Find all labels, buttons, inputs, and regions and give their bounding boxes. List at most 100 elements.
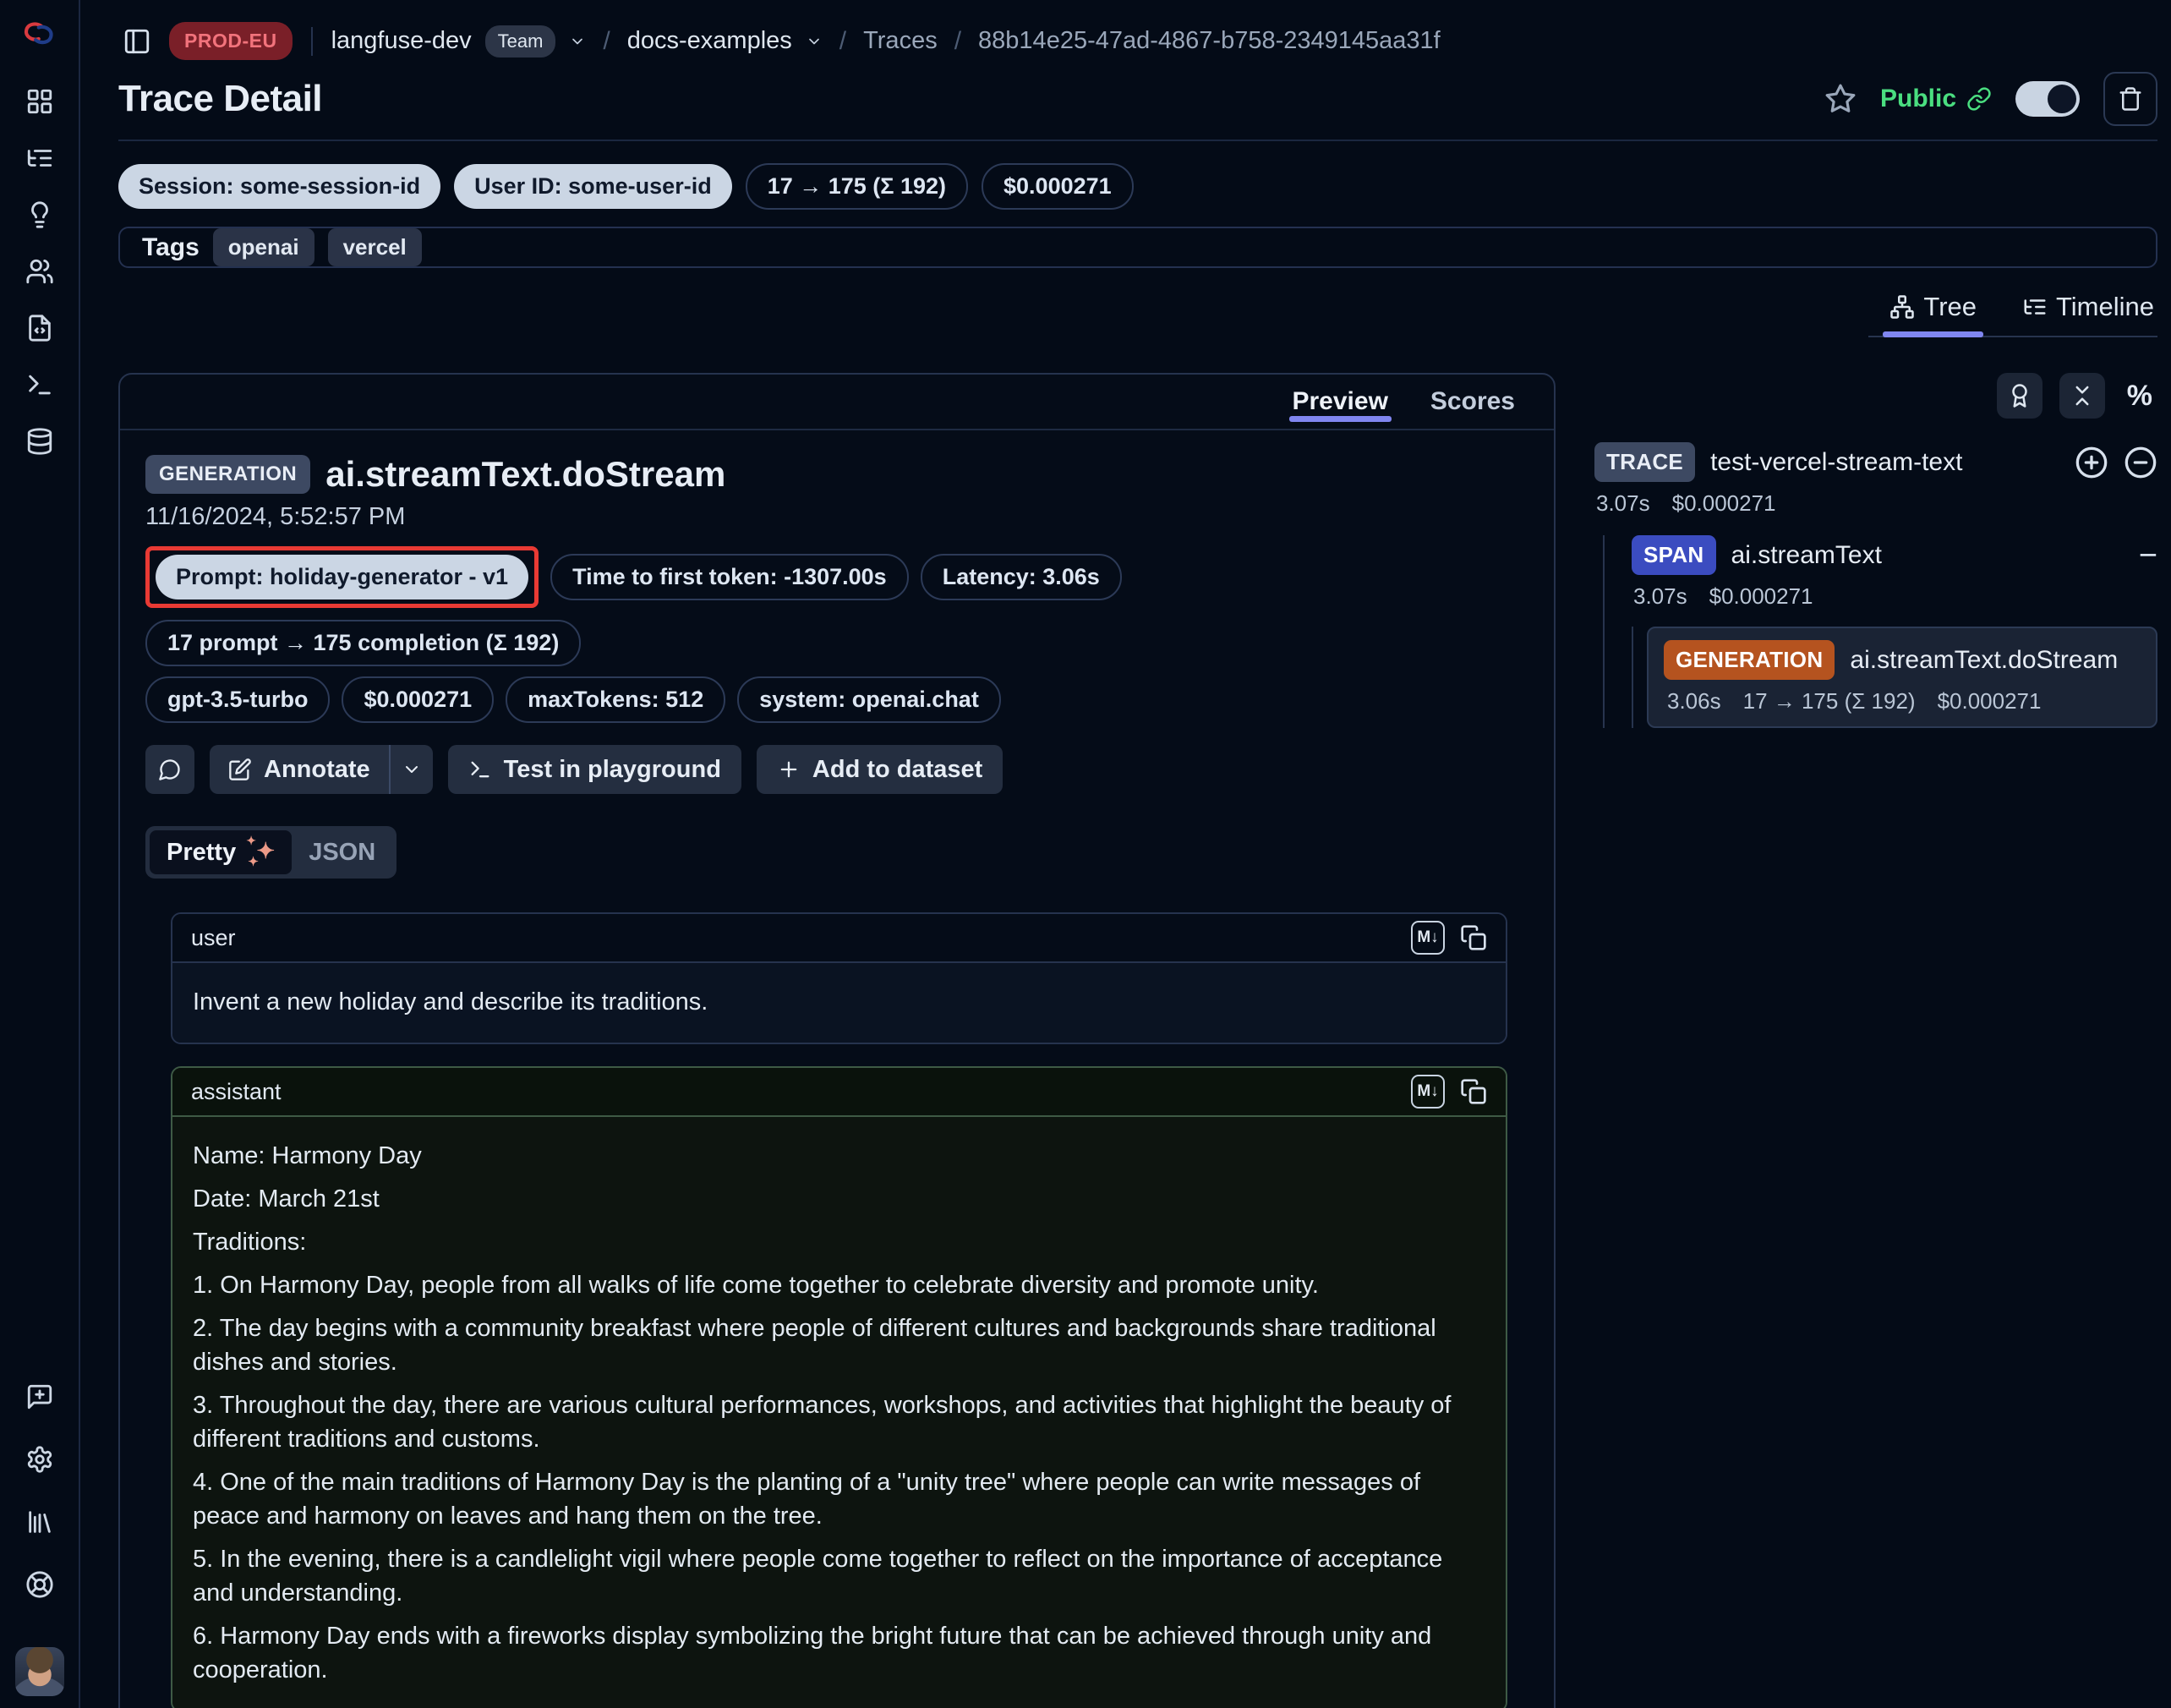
annotate-button[interactable]: Annotate xyxy=(210,745,389,794)
public-toggle[interactable] xyxy=(2015,81,2080,117)
sidebar-item-support[interactable] xyxy=(21,1568,58,1601)
prompt-badge-highlight: Prompt: holiday-generator - v1 xyxy=(145,546,539,608)
cost-badge: $0.000271 xyxy=(982,163,1134,210)
trace-tree-panel: % TRACE test-vercel-stream-text 3.07s $0… xyxy=(1578,373,2157,728)
sidebar-item-settings[interactable] xyxy=(21,1442,58,1476)
comment-bubble-icon xyxy=(158,758,182,781)
tags-label: Tags xyxy=(142,233,200,262)
message-role: assistant xyxy=(191,1079,282,1105)
generation-name: ai.streamText.doStream xyxy=(1850,646,2118,675)
tab-scores[interactable]: Scores xyxy=(1427,375,1518,429)
format-pretty-button[interactable]: Pretty ✦✦✦ xyxy=(150,830,292,874)
markdown-icon[interactable]: M↓ xyxy=(1411,921,1445,955)
collapse-node-icon[interactable]: − xyxy=(2139,539,2157,572)
assistant-paragraph: Traditions: xyxy=(193,1225,1485,1259)
breadcrumb-org[interactable]: langfuse-dev xyxy=(331,27,472,55)
breadcrumb-trace-id: 88b14e25-47ad-4867-b758-2349145aa31f xyxy=(978,27,1441,55)
comment-button[interactable] xyxy=(145,745,194,794)
annotate-dropdown-button[interactable] xyxy=(389,745,433,794)
copy-icon[interactable] xyxy=(1460,1078,1487,1105)
prompt-completion-badge: 17 prompt → 175 completion (Σ 192) xyxy=(145,620,581,666)
sidebar-toggle-icon[interactable] xyxy=(118,23,156,60)
sparkles-icon: ✦✦✦ xyxy=(246,838,275,867)
observation-badges-row-1: Prompt: holiday-generator - v1 Time to f… xyxy=(145,546,1528,666)
scores-award-icon[interactable] xyxy=(1997,373,2042,419)
tab-preview[interactable]: Preview xyxy=(1289,375,1392,429)
max-tokens-badge: maxTokens: 512 xyxy=(506,676,725,723)
copy-icon[interactable] xyxy=(1460,924,1487,951)
trace-latency: 3.07s xyxy=(1596,490,1650,517)
generation-cost: $0.000271 xyxy=(1938,688,2042,714)
format-toggle: Pretty ✦✦✦ JSON xyxy=(145,826,396,879)
breadcrumb-traces[interactable]: Traces xyxy=(863,27,938,55)
tag-vercel[interactable]: vercel xyxy=(328,228,422,266)
observation-badges-row-2: gpt-3.5-turbo $0.000271 maxTokens: 512 s… xyxy=(145,676,1528,723)
chevron-down-icon[interactable] xyxy=(806,33,823,50)
assistant-paragraph: Name: Harmony Day xyxy=(193,1139,1485,1173)
tree-node-generation-selected[interactable]: GENERATION ai.streamText.doStream 3.06s … xyxy=(1647,627,2157,728)
header-divider xyxy=(118,140,2157,141)
chevron-down-icon[interactable] xyxy=(569,33,586,50)
expand-all-icon[interactable] xyxy=(2075,446,2108,479)
generation-metrics: 3.06s 17 → 175 (Σ 192) $0.000271 xyxy=(1664,688,2141,714)
tab-tree[interactable]: Tree xyxy=(1886,285,1980,336)
annotate-pencil-icon xyxy=(228,758,252,781)
public-label: Public xyxy=(1880,85,1956,113)
delete-trace-button[interactable] xyxy=(2103,72,2157,126)
page-title: Trace Detail xyxy=(118,78,322,120)
timeline-icon xyxy=(2022,294,2048,320)
terminal-icon xyxy=(468,758,492,781)
sidebar-item-tracing[interactable] xyxy=(21,141,58,175)
sidebar-item-users[interactable] xyxy=(21,255,58,288)
assistant-paragraph: 6. Harmony Day ends with a fireworks dis… xyxy=(193,1619,1485,1687)
model-badge[interactable]: gpt-3.5-turbo xyxy=(145,676,330,723)
left-sidebar xyxy=(0,0,80,1708)
sidebar-item-library[interactable] xyxy=(21,1505,58,1539)
breadcrumb-separator: / xyxy=(954,27,961,56)
sidebar-item-playground[interactable] xyxy=(21,368,58,402)
format-json-button[interactable]: JSON xyxy=(292,831,392,874)
tags-container: Tags openai vercel xyxy=(118,227,2157,268)
sidebar-item-evaluation[interactable] xyxy=(21,311,58,345)
link-icon xyxy=(1966,86,1992,112)
span-type-badge: SPAN xyxy=(1632,535,1716,575)
prompt-badge[interactable]: Prompt: holiday-generator - v1 xyxy=(156,555,528,599)
add-to-dataset-button[interactable]: Add to dataset xyxy=(757,745,1003,794)
markdown-icon[interactable]: M↓ xyxy=(1411,1075,1445,1109)
tree-node-span[interactable]: SPAN ai.streamText − xyxy=(1632,535,2157,575)
cost-badge: $0.000271 xyxy=(342,676,494,723)
collapse-all-circle-icon[interactable] xyxy=(2124,446,2157,479)
tree-node-trace[interactable]: TRACE test-vercel-stream-text xyxy=(1594,442,2157,482)
trace-metrics: 3.07s $0.000271 xyxy=(1594,490,2157,517)
title-actions: Public xyxy=(1824,72,2157,126)
sidebar-item-feedback[interactable] xyxy=(21,1380,58,1414)
assistant-paragraph: Date: March 21st xyxy=(193,1182,1485,1216)
langfuse-logo-icon[interactable] xyxy=(21,20,58,49)
sidebar-item-datasets[interactable] xyxy=(21,424,58,458)
test-in-playground-button[interactable]: Test in playground xyxy=(448,745,741,794)
collapse-all-icon[interactable] xyxy=(2059,373,2105,419)
user-id-badge[interactable]: User ID: some-user-id xyxy=(454,164,732,209)
tag-openai[interactable]: openai xyxy=(213,228,314,266)
assistant-paragraph: 3. Throughout the day, there are various… xyxy=(193,1388,1485,1456)
annotate-split-button: Annotate xyxy=(210,745,433,794)
assistant-paragraph: 1. On Harmony Day, people from all walks… xyxy=(193,1268,1485,1302)
percent-icon[interactable]: % xyxy=(2122,380,2157,413)
session-badge[interactable]: Session: some-session-id xyxy=(118,164,440,209)
breadcrumb-project[interactable]: docs-examples xyxy=(627,27,792,55)
breadcrumb-separator: / xyxy=(839,27,846,56)
observation-actions: Annotate Test in playground Add to datas… xyxy=(145,745,1528,794)
public-link[interactable]: Public xyxy=(1880,85,1992,113)
star-icon[interactable] xyxy=(1824,83,1857,115)
observation-type-badge: GENERATION xyxy=(145,455,310,494)
sidebar-item-dashboard[interactable] xyxy=(21,85,58,118)
avatar[interactable] xyxy=(15,1647,64,1696)
sidebar-item-prompts[interactable] xyxy=(21,198,58,232)
tab-timeline[interactable]: Timeline xyxy=(2019,285,2157,336)
plus-icon xyxy=(777,758,801,781)
dashboard-grid-icon xyxy=(25,87,54,116)
tree-network-icon xyxy=(1889,294,1915,320)
observation-timestamp: 11/16/2024, 5:52:57 PM xyxy=(145,503,1528,531)
span-cost: $0.000271 xyxy=(1709,583,1813,610)
org-type-badge: Team xyxy=(485,25,556,57)
